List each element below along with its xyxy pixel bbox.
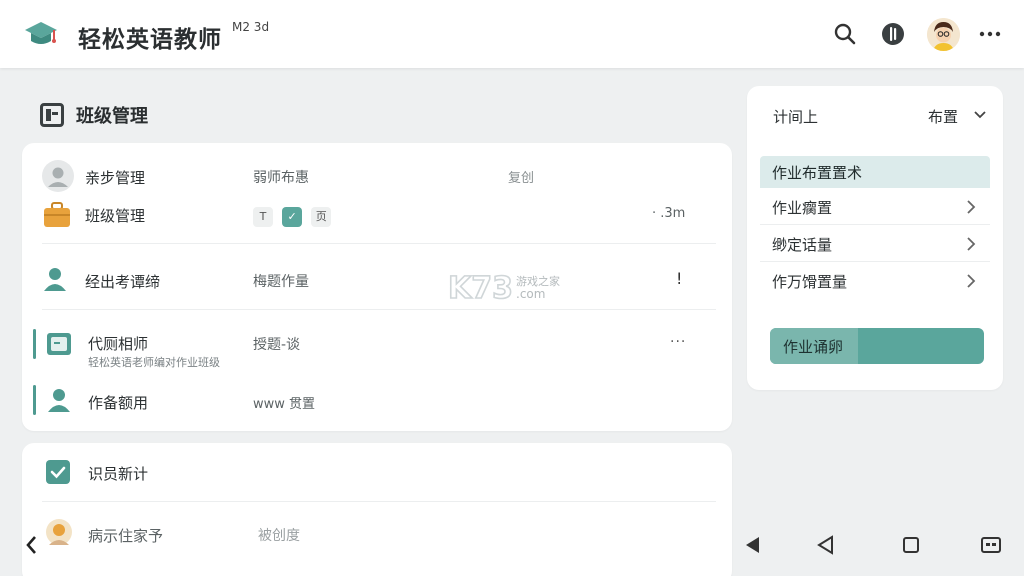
class-icon [40, 103, 64, 127]
row-label[interactable]: 班级管理 [85, 205, 145, 226]
row-extra: · .3m [652, 206, 686, 221]
row-value: www 贯置 [253, 397, 316, 412]
chevron-right-icon [967, 200, 976, 214]
menu-item-label: 缈定话量 [772, 236, 833, 254]
assignment-panel: 计间上 布置 作业布置置术 作业瘸置 缈定话量 作万馉置量 作业诵卵 [747, 86, 1003, 390]
watermark-domain: .com [516, 287, 546, 301]
person-icon [44, 268, 66, 291]
briefcase-icon [44, 202, 70, 227]
row-marker [33, 329, 36, 359]
menu-item[interactable]: 作业瘸置 [760, 189, 990, 225]
row-value: 梅题作量 [253, 274, 309, 290]
app-bar: 轻松英语教师 M2 3d [0, 0, 1024, 68]
user-avatar-icon [42, 160, 74, 192]
divider [42, 243, 716, 244]
chevron-down-icon[interactable] [974, 110, 986, 120]
section-header: 班级管理 [40, 102, 148, 128]
student-avatar-icon [46, 519, 72, 545]
alert-icon: ! [676, 269, 683, 288]
row-chips: T ✓ 页 [253, 205, 335, 227]
row-more-icon[interactable]: ··· [670, 334, 686, 350]
menu-item[interactable]: 作万馉置量 [760, 263, 990, 299]
chip[interactable]: T [253, 207, 273, 227]
checkbox-icon[interactable] [46, 460, 70, 484]
menu-item-label: 作业瘸置 [772, 199, 833, 217]
graduation-cap-icon [25, 22, 57, 44]
mic-icon[interactable] [881, 22, 905, 46]
app-title: 轻松英语教师 [78, 27, 222, 53]
row-label[interactable]: 代厕相师 [88, 333, 148, 354]
section-title: 班级管理 [76, 106, 148, 127]
back-icon[interactable] [815, 534, 837, 556]
chevron-left-icon[interactable] [22, 534, 42, 556]
more-icon[interactable] [978, 22, 1002, 46]
row-extra: 复创 [508, 171, 535, 186]
row-label[interactable]: 经出考谭缔 [85, 271, 160, 292]
menu-item-label: 作万馉置量 [772, 273, 848, 291]
avatar[interactable] [927, 18, 960, 51]
row-marker [33, 385, 36, 415]
row-label[interactable]: 作备额用 [88, 392, 148, 413]
row-value: 弱师布惠 [253, 170, 309, 186]
app-title-sup: M2 3d [232, 20, 270, 34]
back-filled-icon[interactable] [742, 534, 764, 556]
menu-item[interactable]: 缈定话量 [760, 226, 990, 262]
row-label[interactable]: 病示住家予 [88, 525, 163, 546]
svg-text:K73: K73 [448, 271, 513, 304]
person-icon [48, 389, 70, 412]
chevron-right-icon [967, 274, 976, 288]
assign-homework-button[interactable]: 作业诵卵 [770, 328, 984, 364]
assign-dropdown[interactable]: 布置 [928, 106, 958, 127]
menu-header-label: 作业布置置术 [772, 164, 863, 182]
menu-header: 作业布置置术 [760, 156, 990, 188]
search-icon[interactable] [833, 22, 857, 46]
class-management-card: 亲步管理 弱师布惠 复创 班级管理 T ✓ 页 · .3m 经出考谭缔 梅题作量… [22, 143, 732, 431]
time-filter[interactable]: 计间上 [773, 106, 818, 127]
divider [42, 501, 716, 502]
home-square-icon[interactable] [900, 534, 922, 556]
recents-icon[interactable] [980, 534, 1002, 556]
book-icon [47, 333, 71, 355]
button-label: 作业诵卵 [783, 339, 844, 356]
chevron-right-icon [967, 237, 976, 251]
row-label[interactable]: 亲步管理 [85, 167, 145, 188]
stats-card: 识员新计 病示住家予 被创度 [22, 443, 732, 576]
divider [42, 309, 716, 310]
row-sub: 轻松英语老师编对作业班级 [88, 356, 220, 369]
chip[interactable]: 页 [311, 207, 332, 227]
watermark-logo: K73 游戏之家 .com [447, 268, 580, 307]
row-label[interactable]: 识员新计 [88, 463, 148, 484]
row-value: 授题-谈 [253, 337, 301, 353]
row-value: 被创度 [258, 528, 300, 544]
chip[interactable]: ✓ [282, 207, 303, 227]
